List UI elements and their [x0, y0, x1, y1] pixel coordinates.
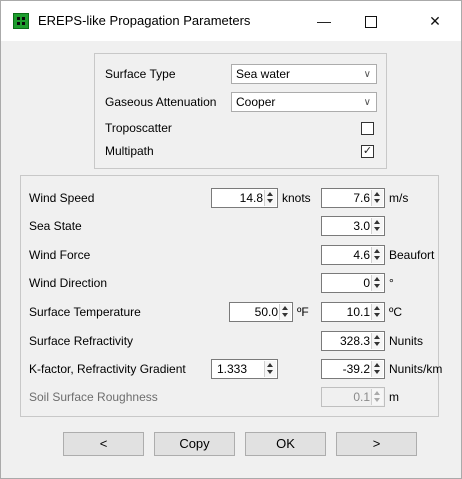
troposcatter-label: Troposcatter: [105, 121, 172, 135]
refractivity-gradient-spinbox[interactable]: -39.2: [321, 359, 385, 379]
wind-speed-knots-value: 14.8: [239, 191, 263, 205]
app-icon: [13, 13, 29, 29]
troposcatter-checkbox[interactable]: [361, 122, 374, 135]
surface-temperature-c-unit: ºC: [389, 305, 403, 319]
propagation-parameters-group: Wind Speed 14.8 knots 7.6 m/s Sea State …: [20, 175, 443, 417]
wind-speed-ms-spinbox[interactable]: 7.6: [321, 188, 385, 208]
surface-temperature-f-spinbox[interactable]: 50.0: [229, 302, 293, 322]
wind-speed-ms-unit: m/s: [389, 191, 409, 205]
maximize-icon: [365, 16, 377, 29]
sea-state-value: 3.0: [353, 219, 370, 233]
chevron-down-icon: ∨: [363, 97, 371, 108]
wind-force-unit: Beaufort: [389, 248, 435, 262]
gaseous-attenuation-value: Cooper: [236, 95, 276, 109]
surface-temperature-label: Surface Temperature: [29, 305, 141, 319]
sea-state-label: Sea State: [29, 219, 82, 233]
wind-force-spinbox[interactable]: 4.6: [321, 245, 385, 265]
surface-type-label: Surface Type: [105, 67, 176, 81]
surface-type-value: Sea water: [236, 67, 291, 81]
next-button[interactable]: >: [336, 432, 417, 456]
gaseous-attenuation-select[interactable]: Cooper ∨: [231, 92, 377, 112]
spin-arrows-icon: [371, 389, 383, 405]
surface-options-group: Surface Type Sea water ∨ Gaseous Attenua…: [94, 53, 387, 169]
surface-temperature-c-spinbox[interactable]: 10.1: [321, 302, 385, 322]
previous-button[interactable]: <: [63, 432, 144, 456]
wind-direction-spinbox[interactable]: 0: [321, 273, 385, 293]
minimize-button[interactable]: —: [306, 9, 342, 33]
title-bar[interactable]: EREPS-like Propagation Parameters — ✕: [1, 1, 461, 41]
k-factor-label: K-factor, Refractivity Gradient: [29, 362, 186, 376]
spin-arrows-icon[interactable]: [371, 190, 383, 206]
wind-direction-label: Wind Direction: [29, 276, 108, 290]
wind-direction-value: 0: [363, 276, 370, 290]
wind-force-label: Wind Force: [29, 248, 91, 262]
sea-state-spinbox[interactable]: 3.0: [321, 216, 385, 236]
spin-arrows-icon[interactable]: [371, 247, 383, 263]
surface-refractivity-unit: Nunits: [389, 334, 424, 348]
soil-roughness-value: 0.1: [353, 390, 370, 404]
spin-arrows-icon[interactable]: [264, 190, 276, 206]
refractivity-gradient-unit: Nunits/km: [389, 362, 443, 376]
soil-roughness-unit: m: [389, 390, 399, 404]
gaseous-attenuation-label: Gaseous Attenuation: [105, 95, 217, 109]
spin-arrows-icon[interactable]: [371, 304, 383, 320]
spin-arrows-icon[interactable]: [264, 361, 276, 377]
surface-temperature-f-value: 50.0: [254, 305, 278, 319]
wind-speed-knots-unit: knots: [282, 191, 311, 205]
ok-button[interactable]: OK: [245, 432, 326, 456]
multipath-checkbox[interactable]: ✓: [361, 145, 374, 158]
spin-arrows-icon[interactable]: [371, 218, 383, 234]
spin-arrows-icon[interactable]: [371, 275, 383, 291]
wind-force-value: 4.6: [353, 248, 370, 262]
spin-arrows-icon[interactable]: [279, 304, 291, 320]
spin-arrows-icon[interactable]: [371, 361, 383, 377]
window-title: EREPS-like Propagation Parameters: [38, 13, 251, 28]
surface-refractivity-value: 328.3: [339, 334, 370, 348]
multipath-label: Multipath: [105, 144, 154, 158]
maximize-button[interactable]: [353, 9, 389, 33]
surface-temperature-c-value: 10.1: [346, 305, 370, 319]
surface-type-select[interactable]: Sea water ∨: [231, 64, 377, 84]
k-factor-spinbox[interactable]: 1.333: [211, 359, 278, 379]
surface-temperature-f-unit: ºF: [297, 305, 309, 319]
refractivity-gradient-value: -39.2: [342, 362, 370, 376]
copy-button[interactable]: Copy: [154, 432, 235, 456]
k-factor-value: 1.333: [217, 362, 248, 376]
wind-speed-ms-value: 7.6: [353, 191, 370, 205]
dialog-window: EREPS-like Propagation Parameters — ✕ Su…: [0, 0, 462, 479]
wind-speed-label: Wind Speed: [29, 191, 95, 205]
close-button[interactable]: ✕: [417, 9, 453, 33]
spin-arrows-icon[interactable]: [371, 333, 383, 349]
wind-direction-unit: °: [389, 276, 394, 290]
wind-speed-knots-spinbox[interactable]: 14.8: [211, 188, 278, 208]
chevron-down-icon: ∨: [363, 69, 371, 80]
surface-refractivity-label: Surface Refractivity: [29, 334, 134, 348]
soil-roughness-label: Soil Surface Roughness: [29, 390, 158, 404]
surface-refractivity-spinbox[interactable]: 328.3: [321, 331, 385, 351]
soil-roughness-spinbox: 0.1: [321, 387, 385, 407]
